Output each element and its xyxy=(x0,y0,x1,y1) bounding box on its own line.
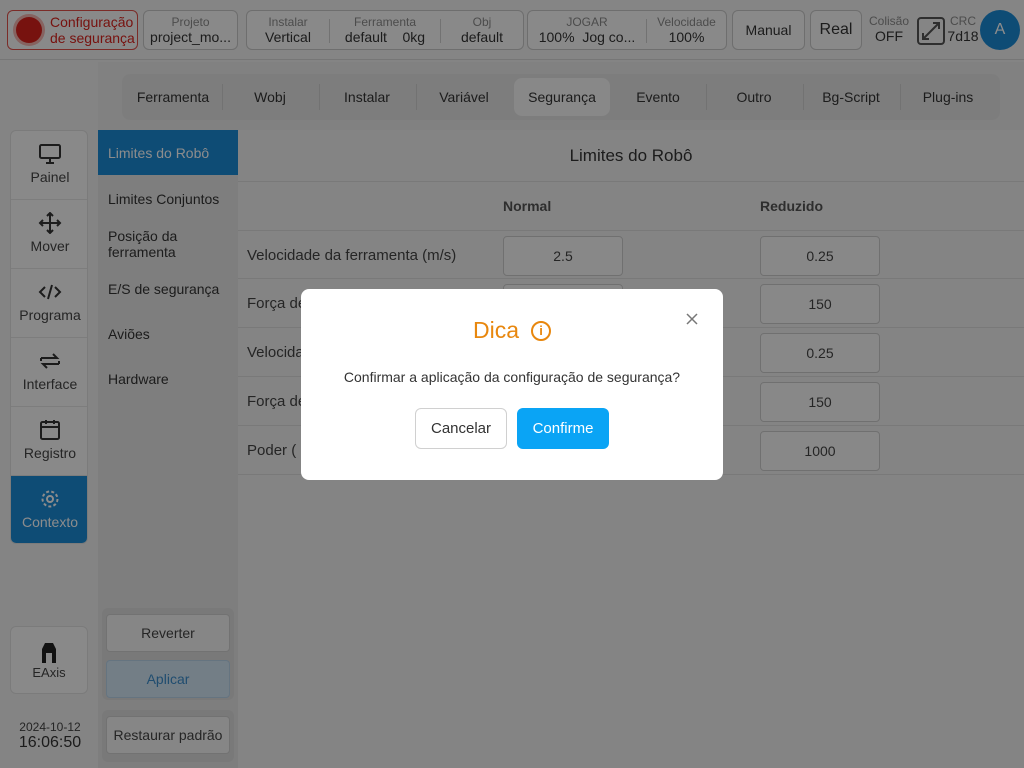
confirm-button[interactable]: Confirme xyxy=(517,408,609,449)
dialog-message: Confirmar a aplicação da configuração de… xyxy=(343,369,681,385)
dialog-header: Dica i xyxy=(301,317,723,344)
info-icon: i xyxy=(531,320,551,341)
confirm-dialog: Dica i Confirmar a aplicação da configur… xyxy=(301,289,723,480)
close-icon[interactable] xyxy=(684,311,700,327)
dialog-title: Dica xyxy=(472,317,519,343)
cancel-button[interactable]: Cancelar xyxy=(415,408,507,449)
